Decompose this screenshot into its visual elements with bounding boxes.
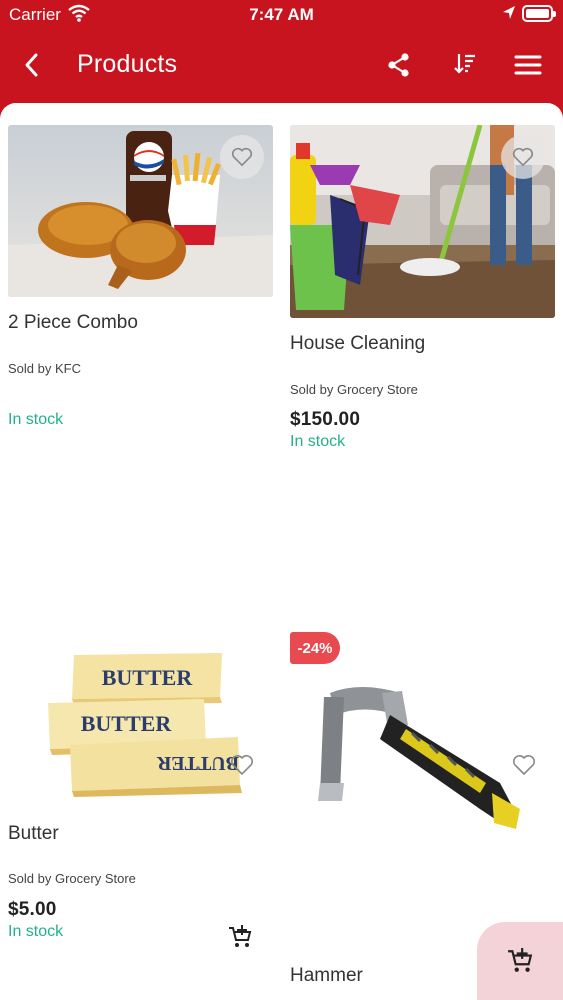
status-bar: Carrier 7:47 AM — [0, 0, 563, 30]
heart-icon — [512, 147, 534, 167]
share-button[interactable] — [386, 52, 412, 83]
page-title: Products — [77, 50, 178, 78]
heart-icon — [513, 755, 535, 776]
menu-button[interactable] — [514, 54, 542, 81]
share-icon — [388, 53, 409, 77]
svg-text:BUTTER: BUTTER — [81, 711, 173, 736]
add-to-cart-button[interactable] — [228, 925, 252, 954]
location-icon — [502, 5, 516, 26]
nav-bar: Products — [0, 30, 563, 102]
clock: 7:47 AM — [249, 5, 314, 24]
product-image — [290, 633, 555, 833]
stock-status: In stock — [8, 411, 64, 428]
stock-status: In stock — [290, 433, 346, 450]
discount-badge: -24% — [290, 632, 340, 664]
product-name: House Cleaning — [290, 333, 426, 354]
hamburger-menu-icon — [514, 55, 542, 75]
favorite-button[interactable] — [512, 754, 536, 778]
chevron-left-icon — [25, 53, 38, 77]
product-name: 2 Piece Combo — [8, 312, 138, 333]
battery-icon — [522, 5, 556, 22]
sort-icon — [454, 54, 475, 74]
product-seller: Sold by Grocery Store — [290, 382, 418, 397]
product-seller: Sold by Grocery Store — [8, 871, 136, 886]
favorite-button[interactable] — [230, 754, 254, 778]
product-grid: 2 Piece Combo Sold by KFC In stock House… — [0, 103, 563, 1000]
back-button[interactable] — [18, 50, 48, 80]
add-to-cart-icon — [508, 948, 533, 972]
product-price: $5.00 — [8, 899, 57, 920]
sort-button[interactable] — [452, 52, 476, 81]
svg-text:BUTTER: BUTTER — [102, 665, 194, 690]
favorite-button[interactable] — [220, 135, 264, 179]
add-to-cart-icon — [229, 925, 252, 947]
svg-text:BUTTER: BUTTER — [156, 752, 239, 774]
favorite-button[interactable] — [501, 135, 545, 179]
product-name: Butter — [8, 823, 59, 844]
product-price: $150.00 — [290, 409, 361, 430]
heart-icon — [231, 755, 253, 776]
heart-icon — [231, 147, 253, 167]
product-seller: Sold by KFC — [8, 361, 81, 376]
cart-fab-button[interactable] — [477, 922, 563, 1000]
stock-status: In stock — [8, 923, 64, 940]
product-name: Hammer — [290, 965, 363, 986]
